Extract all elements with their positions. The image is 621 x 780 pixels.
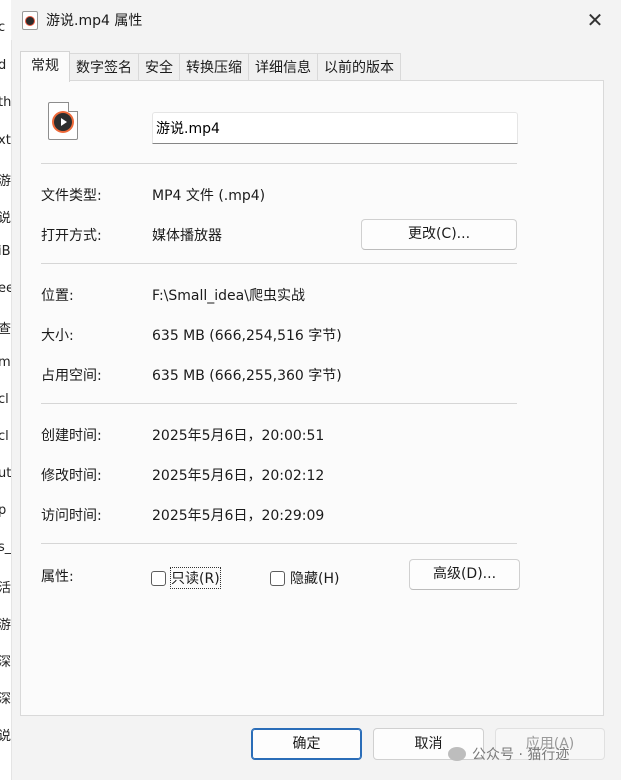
title-bar[interactable]: 游说.mp4 属性 ✕ [11, 0, 621, 40]
bg-text: 说 [0, 725, 11, 744]
created-value: 2025年5月6日，20:00:51 [152, 428, 325, 444]
bg-text: s_ [0, 540, 12, 555]
disk-size-label: 占用空间: [41, 368, 102, 384]
advanced-button[interactable]: 高级(D)... [409, 559, 520, 590]
watermark-text: 公众号 · 猫行迹 [472, 747, 570, 763]
tab-security[interactable]: 安全 [138, 53, 180, 82]
opens-with-value: 媒体播放器 [152, 228, 222, 244]
checkbox-box [151, 570, 166, 586]
video-file-icon [48, 102, 78, 140]
background-window-strip: c d th xt 游 说 iB ee 查 mi cl cl ut p s_ 活… [0, 0, 12, 780]
change-button[interactable]: 更改(C)... [361, 219, 517, 250]
divider [41, 403, 517, 404]
hidden-label: 隐藏(H) [290, 571, 340, 587]
hidden-checkbox[interactable]: 隐藏(H) [270, 568, 339, 588]
created-label: 创建时间: [41, 428, 102, 444]
bg-text: cl [0, 429, 9, 444]
disk-size-value: 635 MB (666,255,360 字节) [152, 368, 342, 384]
close-button[interactable]: ✕ [583, 8, 607, 32]
file-type-label: 文件类型: [41, 188, 102, 204]
window-title: 游说.mp4 属性 [46, 13, 143, 29]
divider [41, 543, 517, 544]
size-value: 635 MB (666,254,516 字节) [152, 328, 342, 344]
bg-text: th [0, 95, 12, 110]
accessed-value: 2025年5月6日，20:29:09 [152, 508, 325, 524]
location-label: 位置: [41, 288, 74, 304]
bg-text: xt [0, 133, 11, 148]
divider [41, 163, 517, 164]
bg-text: ee [0, 281, 11, 296]
bg-text: 查 [0, 318, 11, 337]
readonly-checkbox[interactable]: 只读(R) [151, 567, 221, 589]
watermark: 公众号 · 猫行迹 [448, 744, 569, 764]
modified-value: 2025年5月6日，20:02:12 [152, 468, 325, 484]
bg-text: c [0, 20, 5, 35]
bg-text: d [0, 58, 6, 73]
location-value: F:\Small_idea\爬虫实战 [152, 288, 305, 304]
bg-text: 说 [0, 207, 11, 226]
tab-digital-signatures[interactable]: 数字签名 [69, 53, 139, 82]
bg-text: 游 [0, 170, 11, 189]
bg-text: 深 [0, 688, 11, 707]
close-icon: ✕ [586, 8, 604, 32]
tab-general[interactable]: 常规 [20, 51, 70, 82]
checkbox-box [270, 570, 285, 586]
tab-previous-versions[interactable]: 以前的版本 [317, 53, 401, 82]
bg-text: ut [0, 466, 12, 481]
divider [41, 263, 517, 264]
file-type-value: MP4 文件 (.mp4) [152, 188, 266, 204]
general-panel: 文件类型: MP4 文件 (.mp4) 打开方式: 媒体播放器 更改(C)...… [20, 80, 604, 716]
size-label: 大小: [41, 328, 74, 344]
bg-text: 深 [0, 651, 11, 670]
opens-with-label: 打开方式: [41, 228, 102, 244]
bg-text: p [0, 503, 6, 518]
bg-text: cl [0, 392, 9, 407]
media-file-icon [22, 11, 38, 30]
attributes-label: 属性: [41, 569, 74, 585]
bg-text: mi [0, 355, 11, 370]
bg-text: 游 [0, 614, 11, 633]
readonly-label: 只读(R) [170, 567, 221, 589]
bg-text: iB [0, 244, 11, 259]
tab-convert-compress[interactable]: 转换压缩 [179, 53, 249, 82]
ok-button[interactable]: 确定 [251, 728, 362, 760]
modified-label: 修改时间: [41, 468, 102, 484]
file-name-input[interactable] [152, 112, 518, 144]
tab-bar: 常规 数字签名 安全 转换压缩 详细信息 以前的版本 [20, 51, 401, 82]
tab-details[interactable]: 详细信息 [248, 53, 318, 82]
wechat-icon [448, 747, 466, 761]
accessed-label: 访问时间: [41, 508, 102, 524]
bg-text: 活 [0, 577, 11, 596]
